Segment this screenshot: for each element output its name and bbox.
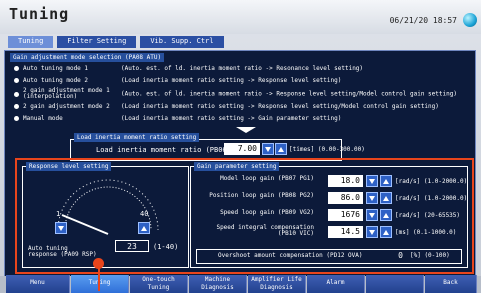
tab-filter-setting[interactable]: Filter Setting: [57, 36, 137, 48]
mode-section-title: Gain adjustment mode selection (PA08 ATU…: [10, 53, 165, 62]
datetime-display: 06/21/20 18:57: [389, 16, 457, 25]
mode-option[interactable]: Auto tuning mode 1 (Auto. est. of ld. ine…: [14, 65, 363, 72]
radio-icon: [14, 78, 19, 83]
globe-icon: [463, 13, 477, 27]
nav-one-touch-tuning-button[interactable]: One-touch Tuning: [130, 275, 188, 293]
pointer-dot: [93, 258, 104, 269]
triangle-down-icon: [265, 147, 271, 152]
inertia-increment-button[interactable]: [275, 143, 287, 155]
radio-icon: [14, 91, 19, 97]
mode-option[interactable]: 2 gain adjustment mode 1 (interpolation)…: [14, 88, 457, 100]
mode-option[interactable]: 2 gain adjustment mode 2 (Load inertia mo…: [14, 103, 439, 110]
nav-alarm-button[interactable]: Alarm: [307, 275, 365, 293]
page-title: Tuning: [9, 5, 70, 23]
nav-tuning-button[interactable]: Tuning: [71, 275, 129, 293]
selection-highlight: [15, 158, 474, 274]
inertia-value[interactable]: 7.00: [224, 143, 260, 155]
nav-machine-diagnosis-button[interactable]: Machine Diagnosis: [189, 275, 247, 293]
radio-icon: [14, 116, 19, 121]
nav-menu-button[interactable]: Menu: [6, 275, 70, 293]
radio-icon: [14, 104, 19, 109]
tab-bar: Tuning Filter Setting Vib. Supp. Ctrl: [8, 36, 228, 48]
tab-tuning[interactable]: Tuning: [8, 36, 54, 48]
nav-amplifier-life-button[interactable]: Amplifier Life Diagnosis: [248, 275, 306, 293]
inertia-decrement-button[interactable]: [262, 143, 274, 155]
tab-vib-supp-ctrl[interactable]: Vib. Supp. Ctrl: [140, 36, 224, 48]
arrow-down-icon: [236, 127, 256, 133]
nav-back-button[interactable]: Back: [425, 275, 477, 293]
mode-option[interactable]: Auto tuning mode 2 (Load inertia moment r…: [14, 77, 341, 84]
inertia-unit: [times] (0.00-300.00): [289, 146, 365, 153]
radio-icon: [14, 66, 19, 71]
mode-option[interactable]: Manual mode (Load inertia moment ratio se…: [14, 115, 341, 122]
inertia-section-title: Load inertia moment ratio setting: [74, 133, 200, 142]
triangle-up-icon: [278, 147, 284, 152]
nav-blank-button[interactable]: [366, 275, 424, 293]
